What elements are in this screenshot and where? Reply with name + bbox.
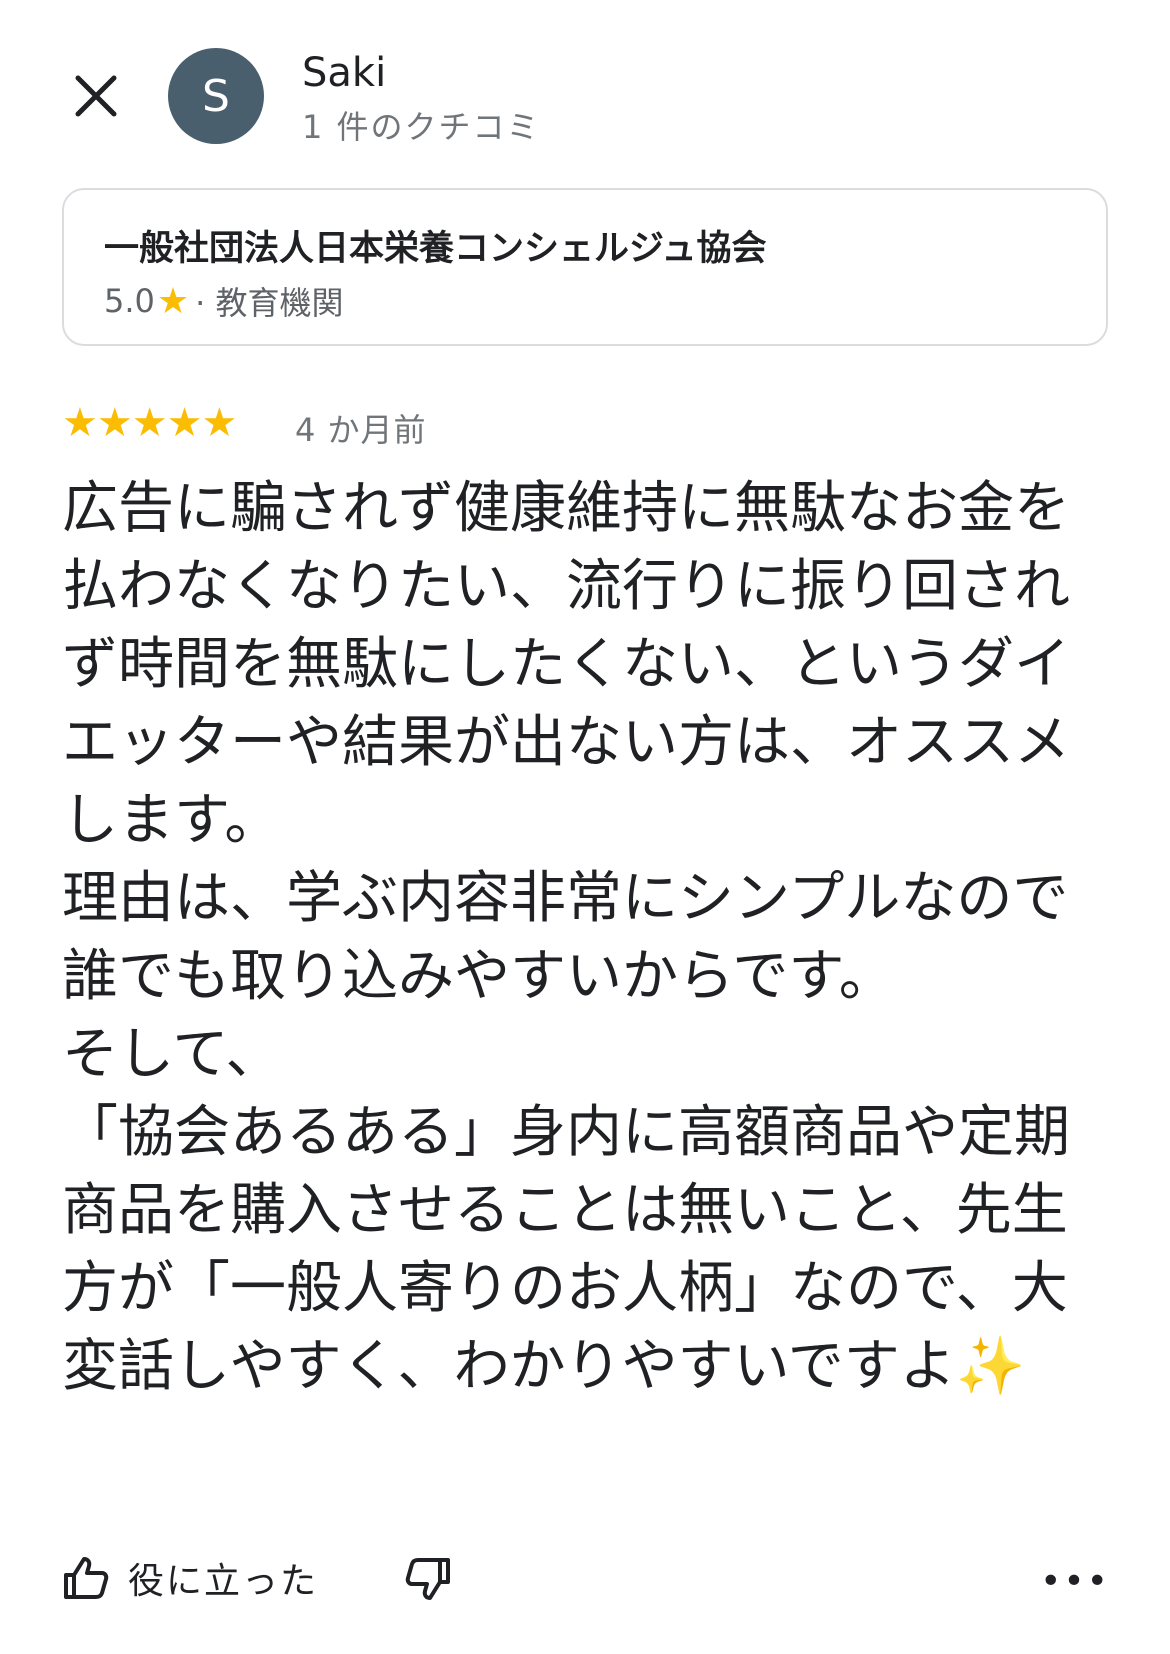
thumbs-up-icon: [64, 1557, 109, 1599]
more-options-button[interactable]: •••: [1040, 1556, 1108, 1606]
star-icon: ★: [156, 280, 190, 322]
place-category: · 教育機関: [195, 284, 344, 322]
avatar[interactable]: S: [168, 48, 264, 144]
place-rating: 5.0: [104, 282, 155, 320]
thumbs-down-icon: [405, 1558, 450, 1600]
close-button[interactable]: [58, 58, 134, 134]
close-icon: [75, 75, 117, 117]
review-star-rating: ★★★★★: [62, 400, 237, 446]
helpful-button[interactable]: 役に立った: [62, 1552, 318, 1604]
place-name: 一般社団法人日本栄養コンシェルジュ協会: [104, 229, 767, 269]
review-time: 4 か月前: [295, 411, 427, 449]
place-card[interactable]: 一般社団法人日本栄養コンシェルジュ協会 5.0 ★ · 教育機関: [62, 188, 1108, 346]
not-helpful-button[interactable]: [404, 1556, 452, 1606]
review-sheet: S Saki 1 件のクチコミ 一般社団法人日本栄養コンシェルジュ協会 5.0 …: [0, 0, 1170, 1654]
place-meta: 5.0 ★ · 教育機関: [104, 278, 344, 324]
user-name[interactable]: Saki: [302, 50, 386, 96]
helpful-label: 役に立った: [128, 1561, 319, 1602]
review-text: 広告に騙されず健康維持に無駄なお金を払わなくなりたい、流行りに振り回されず時間を…: [62, 476, 1070, 1399]
review-count: 1 件のクチコミ: [302, 108, 541, 146]
